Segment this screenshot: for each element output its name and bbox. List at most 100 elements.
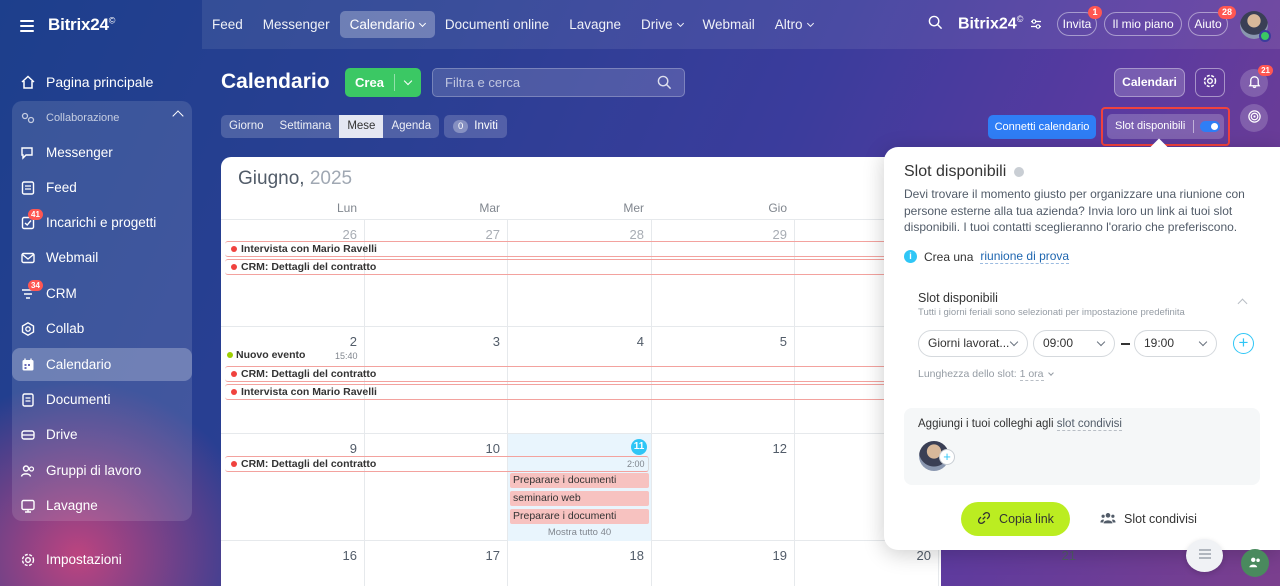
sliders-icon[interactable] [1030, 18, 1042, 33]
top-bar: Feed Messenger Calendario Documenti onli… [202, 0, 1280, 49]
day-number[interactable]: 19 [757, 548, 787, 563]
top-menu-boards[interactable]: Lavagne [559, 11, 631, 38]
slots-switch[interactable] [1200, 121, 1220, 132]
sidebar-item-feed[interactable]: Feed [12, 171, 192, 204]
tab-day[interactable]: Giorno [221, 115, 272, 138]
panel-title: Slot disponibili [904, 163, 1025, 181]
invites-button[interactable]: 0 Inviti [444, 115, 507, 138]
notifications-button[interactable]: 21 [1240, 65, 1273, 97]
day-number[interactable]: 10 [470, 441, 500, 456]
day-number[interactable]: 5 [757, 334, 787, 349]
show-all-link[interactable]: Mostra tutto 40 [510, 527, 649, 538]
add-range-button[interactable]: + [1233, 333, 1254, 354]
day-number[interactable]: 28 [614, 227, 644, 242]
tab-month[interactable]: Mese [339, 115, 384, 138]
sidebar-item-boards[interactable]: Lavagne [12, 489, 192, 522]
copilot-button[interactable] [1240, 104, 1268, 132]
sidebar-item-messenger[interactable]: Messenger [12, 136, 192, 169]
help-icon[interactable] [1014, 167, 1025, 177]
add-colleague-button[interactable]: + [939, 449, 955, 465]
start-time-select[interactable]: 09:00 [1033, 330, 1115, 357]
sidebar-item-calendar[interactable]: Calendario [12, 348, 192, 381]
brand-logo-right[interactable]: Bitrix24© [958, 14, 1023, 33]
right-rail-avatar[interactable] [1241, 549, 1269, 577]
top-menu-online-docs[interactable]: Documenti online [435, 11, 559, 38]
tab-week[interactable]: Settimana [272, 115, 340, 138]
sidebar-item-collab[interactable]: Collab [12, 312, 192, 345]
trial-prefix: Crea una [924, 249, 974, 264]
day-number[interactable]: 20 [901, 548, 931, 563]
collaboration-header[interactable]: Collaborazione [12, 101, 192, 134]
top-menu-label: Drive [641, 17, 673, 32]
top-menu-messenger[interactable]: Messenger [253, 11, 340, 38]
calendar-event[interactable]: CRM: Dettagli del contratto [225, 366, 941, 382]
brand-logo[interactable]: Bitrix24© [48, 15, 115, 35]
calendar-event[interactable]: Preparare i documenti [510, 473, 649, 488]
slots-toggle-button[interactable]: Slot disponibili [1107, 114, 1224, 139]
shared-slots-button[interactable]: Slot condivisi [1100, 502, 1197, 536]
day-number[interactable]: 2 [327, 334, 357, 349]
search-icon[interactable] [657, 75, 672, 93]
user-avatar[interactable] [1240, 11, 1271, 42]
day-number[interactable]: 4 [614, 334, 644, 349]
create-button-label[interactable]: Crea [345, 68, 394, 97]
sidebar-item-drive[interactable]: Drive [12, 418, 192, 451]
menu-icon[interactable] [20, 19, 34, 32]
calendar-event[interactable]: Preparare i documenti [510, 509, 649, 524]
day-number[interactable]: 3 [470, 334, 500, 349]
day-number[interactable]: 9 [327, 441, 357, 456]
sidebar-item-documents[interactable]: Documenti [12, 383, 192, 416]
top-menu-feed[interactable]: Feed [202, 11, 253, 38]
calendar-event[interactable]: CRM: Dettagli del contratto [225, 259, 941, 275]
day-number[interactable]: 16 [327, 548, 357, 563]
day-number[interactable]: 27 [470, 227, 500, 242]
sidebar-item-groups[interactable]: Gruppi di lavoro [12, 454, 192, 487]
day-number[interactable]: 29 [757, 227, 787, 242]
top-menu-drive[interactable]: Drive [631, 11, 693, 38]
sidebar-item-webmail[interactable]: Webmail [12, 241, 192, 274]
day-number[interactable]: 21 [1060, 548, 1076, 563]
sidebar-item-settings[interactable]: Impostazioni [12, 543, 192, 576]
trial-meeting-link[interactable]: riunione di prova [980, 249, 1070, 264]
gear-icon [20, 552, 36, 568]
today-day-number[interactable]: 11 [631, 439, 647, 455]
event-time: 15:40 [335, 351, 358, 361]
shared-slots-link[interactable]: slot condivisi [1056, 418, 1122, 431]
end-time-select[interactable]: 19:00 [1134, 330, 1217, 357]
calendar-settings-button[interactable] [1195, 68, 1225, 97]
calendars-button[interactable]: Calendari [1114, 68, 1185, 97]
day-number[interactable]: 12 [757, 441, 787, 456]
chevron-up-icon[interactable] [1237, 298, 1248, 309]
invite-button[interactable]: Invita 1 [1057, 6, 1102, 36]
day-number[interactable]: 17 [470, 548, 500, 563]
document-icon [20, 392, 36, 408]
search-box[interactable] [432, 68, 685, 97]
chat-widget-button[interactable] [1186, 539, 1223, 572]
connect-calendar-button[interactable]: Connetti calendario [988, 115, 1096, 139]
top-menu-webmail[interactable]: Webmail [693, 11, 765, 38]
tab-agenda[interactable]: Agenda [383, 115, 439, 138]
search-icon[interactable] [928, 15, 943, 33]
collaboration-icon [20, 110, 36, 126]
calendar-event[interactable]: Intervista con Mario Ravelli [225, 384, 941, 400]
sidebar-item-tasks[interactable]: 41 Incarichi e progetti [12, 206, 192, 239]
sidebar-item-home[interactable]: Pagina principale [12, 65, 192, 99]
calendar-event[interactable]: Intervista con Mario Ravelli [225, 241, 941, 257]
my-plan-button[interactable]: Il mio piano [1104, 12, 1182, 36]
calendar-event[interactable]: seminario web [510, 491, 649, 506]
create-button[interactable]: Crea [345, 68, 421, 97]
day-number[interactable]: 18 [614, 548, 644, 563]
calendar-event[interactable]: Nuovo evento [224, 348, 305, 363]
slot-length-select[interactable]: 1 ora [1019, 368, 1044, 381]
copy-link-button[interactable]: Copia link [961, 502, 1070, 536]
top-menu-more[interactable]: Altro [765, 11, 823, 38]
days-select[interactable]: Giorni lavorat... [918, 330, 1028, 357]
sidebar-item-crm[interactable]: 34 CRM [12, 277, 192, 310]
create-dropdown-toggle[interactable] [395, 68, 421, 97]
calendar-event[interactable]: CRM: Dettagli del contratto [225, 456, 649, 472]
day-number[interactable]: 26 [327, 227, 357, 242]
help-button[interactable]: Aiuto 28 [1188, 6, 1236, 36]
top-menu-calendar[interactable]: Calendario [339, 11, 435, 38]
view-tabs: Giorno Settimana Mese Agenda [221, 115, 440, 138]
search-input[interactable] [433, 69, 643, 96]
